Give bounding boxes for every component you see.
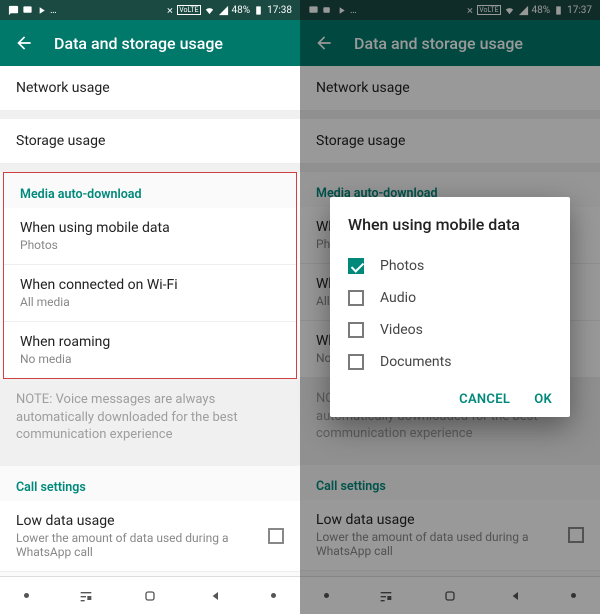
mute-icon — [463, 5, 474, 16]
dialog-option-label: Audio — [380, 290, 416, 306]
mute-icon — [163, 5, 174, 16]
low-data-row[interactable]: Low data usageLower the amount of data u… — [300, 500, 600, 571]
low-data-row[interactable]: Low data usage Lower the amount of data … — [0, 501, 300, 572]
more-icon: … — [350, 5, 357, 16]
app-bar: Data and storage usage — [0, 20, 300, 66]
home-icon[interactable] — [442, 588, 458, 604]
voice-note: NOTE: Voice messages are always automati… — [0, 379, 300, 466]
checkbox-icon[interactable] — [348, 258, 364, 274]
nav-dot — [271, 593, 276, 598]
play-icon — [36, 5, 47, 16]
low-data-checkbox[interactable] — [568, 527, 584, 543]
back-nav-icon[interactable] — [206, 588, 222, 604]
call-section-header: Call settings — [300, 465, 600, 500]
media-autodownload-highlight: Media auto-download When using mobile da… — [3, 172, 297, 379]
chat-icon — [22, 5, 33, 16]
storage-usage-row[interactable]: Storage usage — [0, 119, 300, 164]
status-bar: … VoLTE 48% 17:37 — [300, 0, 600, 20]
cancel-button[interactable]: CANCEL — [459, 392, 510, 407]
phone-left: … VoLTE 48% 17:38 Data and storage usage… — [0, 0, 300, 614]
phone-right: … VoLTE 48% 17:37 Data and storage usage… — [300, 0, 600, 614]
nav-dot — [571, 593, 576, 598]
dialog-option[interactable]: Documents — [348, 346, 552, 378]
back-icon[interactable] — [14, 33, 34, 53]
call-section-header: Call settings — [0, 466, 300, 501]
back-icon[interactable] — [314, 33, 334, 53]
ok-button[interactable]: OK — [534, 392, 552, 407]
battery-text: 48% — [532, 5, 551, 16]
dialog-option-label: Videos — [380, 322, 423, 338]
checkbox-icon[interactable] — [348, 354, 364, 370]
mobile-data-row[interactable]: When using mobile data Photos — [4, 208, 296, 265]
dialog-option[interactable]: Photos — [348, 250, 552, 282]
dialog-option[interactable]: Audio — [348, 282, 552, 314]
battery-icon — [253, 5, 264, 16]
chat-icon — [308, 5, 319, 16]
nav-bar — [300, 576, 600, 614]
page-title: Data and storage usage — [354, 34, 523, 53]
play-icon — [336, 5, 347, 16]
nav-dot — [324, 593, 329, 598]
more-icon: … — [50, 5, 57, 16]
home-icon[interactable] — [142, 588, 158, 604]
dialog-option-label: Photos — [380, 258, 424, 274]
recent-apps-icon[interactable] — [378, 588, 394, 604]
app-bar: Data and storage usage — [300, 20, 600, 66]
media-section-header: Media auto-download — [4, 173, 296, 208]
nav-dot — [24, 593, 29, 598]
lte-icon: VoLTE — [177, 5, 200, 15]
back-nav-icon[interactable] — [506, 588, 522, 604]
clock-text: 17:38 — [267, 5, 292, 16]
mobile-data-dialog: When using mobile data Photos Audio Videos… — [330, 197, 570, 417]
message-icon — [8, 5, 19, 16]
signal-icon — [218, 5, 229, 16]
network-usage-row[interactable]: Network usage — [0, 66, 300, 111]
dialog-option-label: Documents — [380, 354, 451, 370]
nav-bar — [0, 576, 300, 614]
signal-icon — [518, 5, 529, 16]
dialog-title: When using mobile data — [348, 215, 552, 234]
recent-apps-icon[interactable] — [78, 588, 94, 604]
wifi-icon — [504, 5, 515, 16]
settings-content: Network usage Storage usage Media auto-d… — [0, 66, 300, 576]
lte-icon: VoLTE — [477, 5, 500, 15]
chat-icon — [322, 5, 333, 16]
wifi-icon — [204, 5, 215, 16]
page-title: Data and storage usage — [54, 34, 223, 53]
dialog-option[interactable]: Videos — [348, 314, 552, 346]
low-data-checkbox[interactable] — [268, 528, 284, 544]
wifi-row[interactable]: When connected on Wi-Fi All media — [4, 265, 296, 322]
battery-text: 48% — [232, 5, 251, 16]
status-bar: … VoLTE 48% 17:38 — [0, 0, 300, 20]
roaming-row[interactable]: When roaming No media — [4, 322, 296, 378]
checkbox-icon[interactable] — [348, 322, 364, 338]
network-usage-row[interactable]: Network usage — [300, 66, 600, 111]
clock-text: 17:37 — [567, 5, 592, 16]
battery-icon — [553, 5, 564, 16]
storage-usage-row[interactable]: Storage usage — [300, 119, 600, 164]
checkbox-icon[interactable] — [348, 290, 364, 306]
